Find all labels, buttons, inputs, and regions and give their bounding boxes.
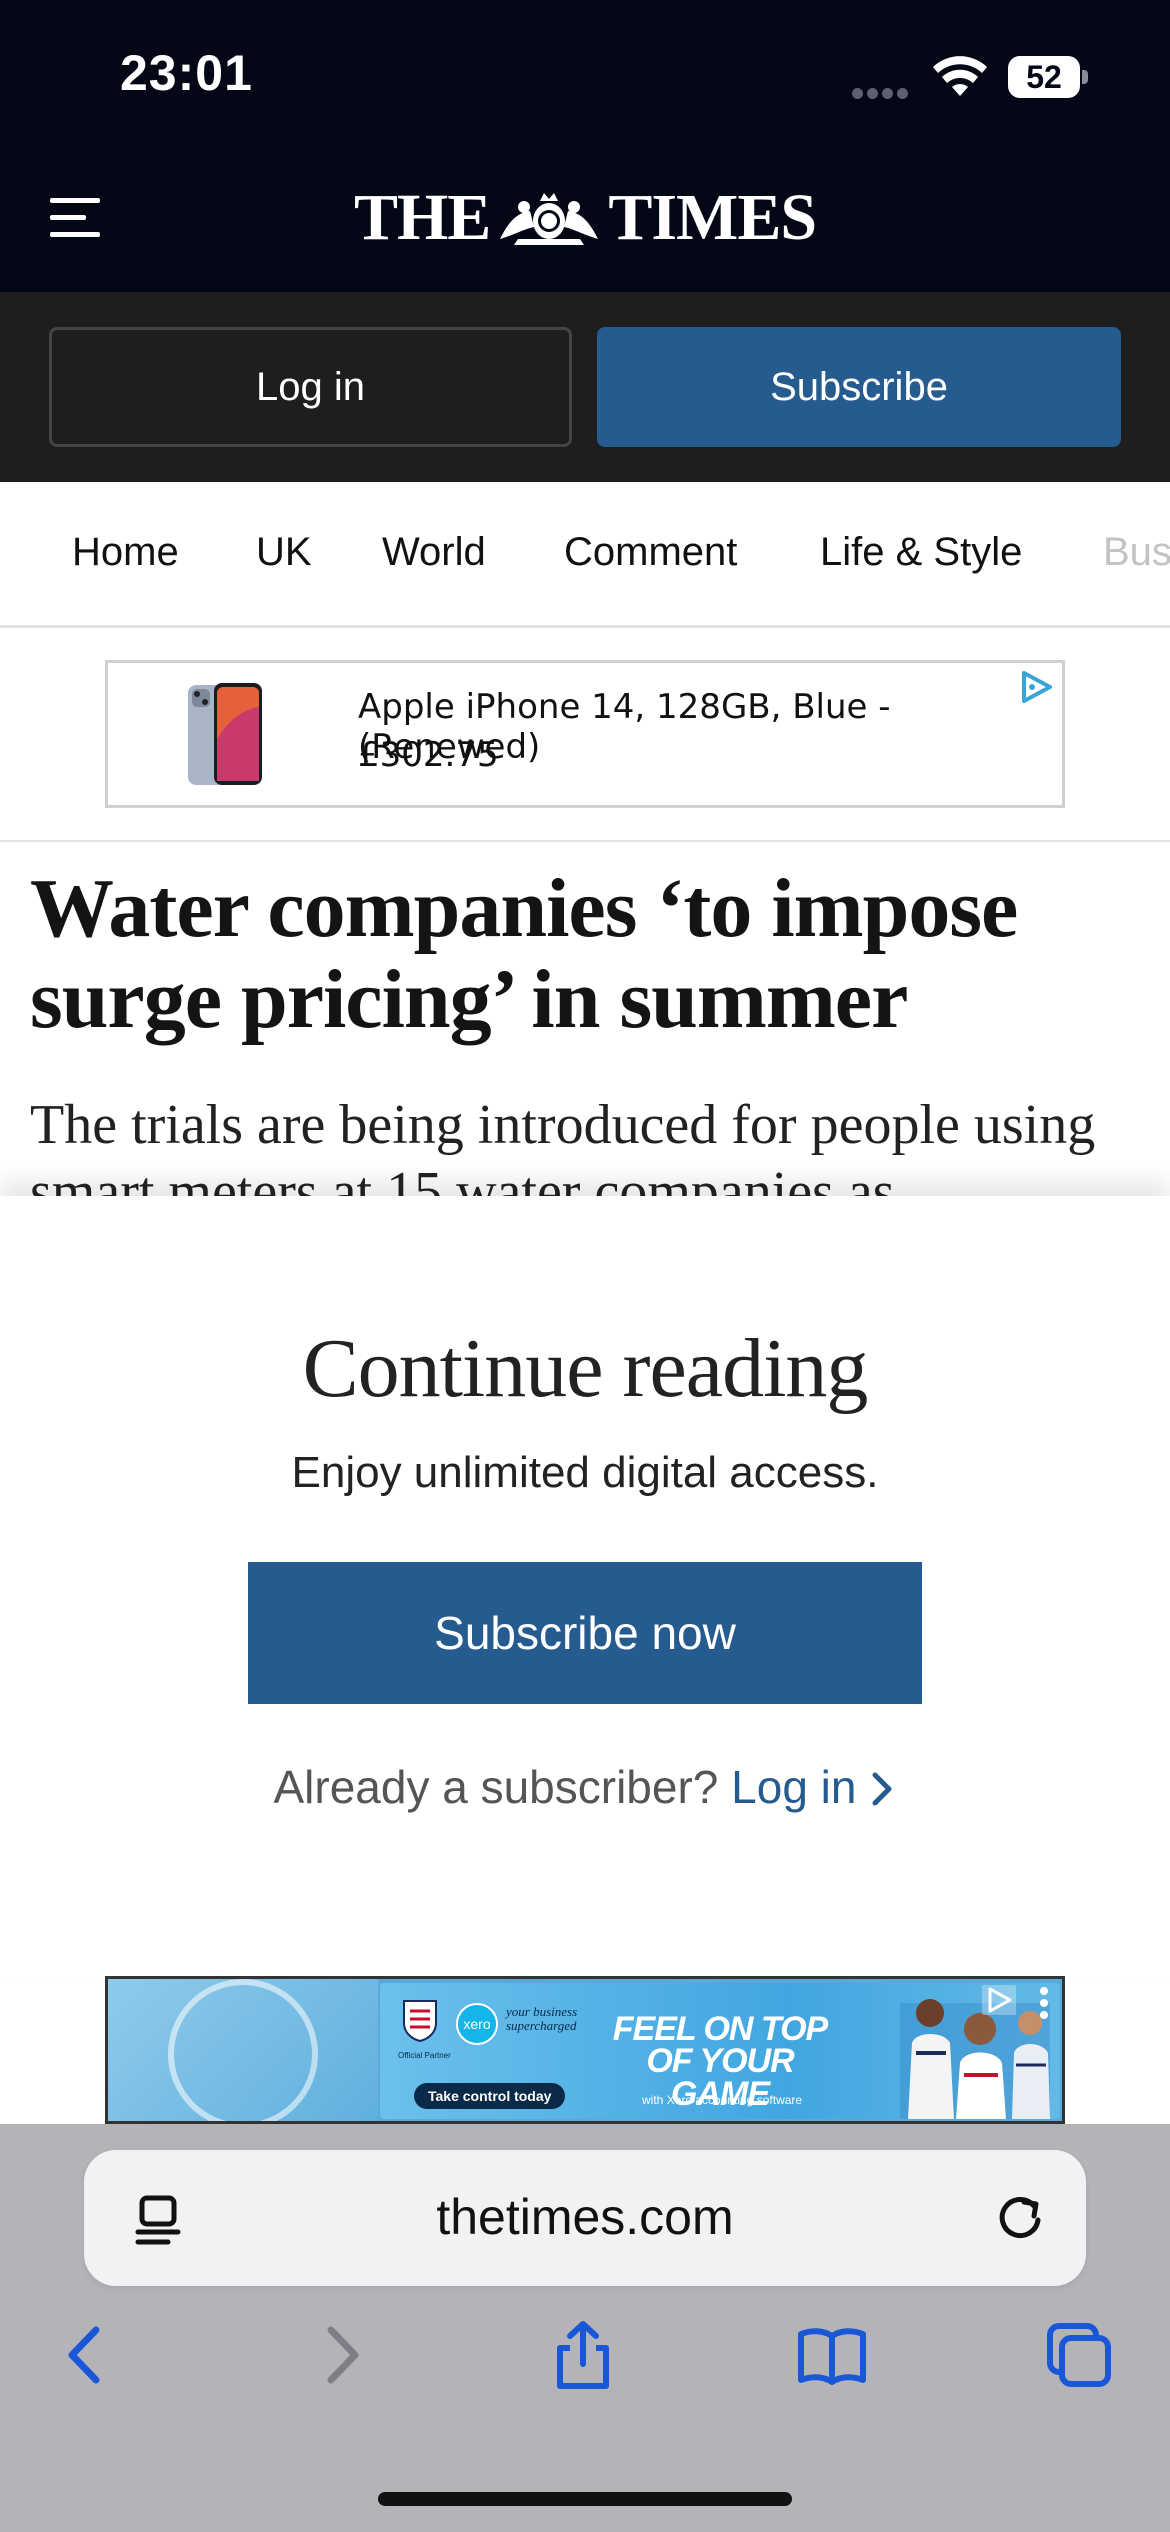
status-bar: 23:01 52 [0,0,1170,150]
subscribe-now-button[interactable]: Subscribe now [248,1562,922,1704]
product-ad[interactable]: Apple iPhone 14, 128GB, Blue - (Renewed)… [105,660,1065,808]
paywall-login-link[interactable]: Log in [731,1761,896,1813]
nav-item-business[interactable]: Bus [1103,530,1170,575]
section-nav: Home UK World Comment Life & Style Bus [0,482,1170,628]
battery-icon: 52 [1008,56,1088,100]
url-text: thetimes.com [436,2189,734,2245]
nav-item-comment[interactable]: Comment [564,530,737,575]
reload-icon[interactable] [994,2192,1046,2244]
back-icon[interactable] [52,2320,122,2390]
banner-headline-line-1: FEEL ON TOP [612,2010,828,2048]
nav-item-life-style[interactable]: Life & Style [820,530,1022,575]
banner-creative: xero your business supercharged Official… [380,1983,1060,2119]
take-control-button[interactable]: Take control today [414,2083,566,2109]
cellular-signal-icon [852,86,916,99]
banner-tagline: your business supercharged [506,2004,578,2034]
logo-word-the: THE [353,181,491,254]
iphone-product-image [188,683,262,785]
adchoices-icon[interactable] [1018,669,1054,705]
address-bar[interactable]: thetimes.com [84,2150,1086,2286]
times-logo[interactable]: THE TIMES [340,178,830,258]
article-headline: Water companies ‘to impose surge pricing… [30,862,1018,1046]
banner-subline: with Xero accounting software [642,2093,803,2107]
paywall-panel: Continue reading Enjoy unlimited digital… [0,1196,1170,1976]
banner-adchoices-icon[interactable] [982,1985,1016,2015]
royal-crest-icon [500,193,599,245]
login-button[interactable]: Log in [49,327,572,447]
paywall-login-label: Log in [731,1761,857,1813]
hamburger-menu-icon[interactable] [50,198,102,238]
paywall-subtitle: Enjoy unlimited digital access. [291,1448,879,1497]
nav-item-world[interactable]: World [382,530,486,575]
already-subscriber-text: Already a subscriber? [273,1761,719,1813]
banner-video-panel [108,1979,378,2121]
forward-icon[interactable] [305,2320,375,2390]
paywall-title: Continue reading [302,1322,869,1415]
share-icon[interactable] [548,2320,618,2390]
auth-bar: Log in Subscribe [0,292,1170,482]
logo-word-times: TIMES [608,181,817,254]
bookmarks-icon[interactable] [797,2320,867,2390]
battery-level: 52 [1008,56,1080,98]
tabs-icon[interactable] [1044,2320,1114,2390]
masthead: THE TIMES [0,150,1170,292]
already-subscriber-row: Already a subscriber? Log in [0,1760,1170,1814]
more-options-icon[interactable] [1040,1987,1050,2025]
xero-logo: xero [456,2003,498,2045]
status-time: 23:01 [120,45,253,101]
browser-toolbar: thetimes.com [0,2124,1170,2532]
ad-slot-top: Apple iPhone 14, 128GB, Blue - (Renewed)… [0,628,1170,842]
ad-product-price: £302.75 [358,735,499,775]
tagline-line-2: supercharged [506,2018,577,2034]
tagline-line-1: your business [506,2004,578,2019]
home-indicator [378,2492,792,2506]
england-crest-icon [403,2000,437,2043]
official-partner-text: Official Partner [398,2051,451,2060]
nav-item-home[interactable]: Home [72,530,179,575]
nav-item-uk[interactable]: UK [256,530,312,575]
play-icon [168,1979,318,2121]
article-standfirst: The trials are being introduced for peop… [30,1094,1096,1196]
footballers-image [900,1999,1050,2119]
wifi-icon [933,56,987,96]
xero-banner-ad[interactable]: xero your business supercharged Official… [105,1976,1065,2124]
chevron-right-icon [872,1772,891,1806]
subscribe-button[interactable]: Subscribe [597,327,1121,447]
